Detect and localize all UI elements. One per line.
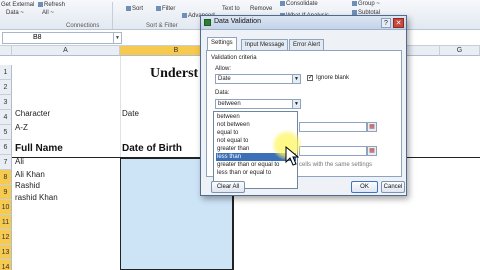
full-name-header[interactable]: Full Name bbox=[15, 143, 63, 154]
remove-duplicates-button[interactable]: Remove bbox=[250, 6, 272, 13]
data-select[interactable]: between ▼ bbox=[215, 99, 301, 109]
group-sort-filter-label: Sort & Filter bbox=[146, 23, 178, 29]
filter-button[interactable]: Filter bbox=[156, 6, 175, 13]
group-connections-label: Connections bbox=[66, 23, 100, 29]
help-icon[interactable]: ? bbox=[381, 18, 391, 28]
data-label: Data: bbox=[215, 90, 230, 96]
name-cell[interactable]: Rashid bbox=[15, 181, 40, 190]
get-external-data-label2: Data ~ bbox=[6, 10, 24, 16]
apply-changes-label: cells with the same settings bbox=[299, 162, 373, 168]
group-icon bbox=[352, 1, 357, 6]
list-item[interactable]: greater than or equal to bbox=[216, 161, 296, 169]
row-header-2[interactable]: 2 bbox=[0, 80, 12, 95]
name-cell[interactable]: Ali bbox=[15, 157, 24, 166]
row-header-7[interactable]: 7 bbox=[0, 155, 12, 170]
allow-label: Allow: bbox=[215, 66, 232, 72]
row-header-4[interactable]: 4 bbox=[0, 110, 12, 125]
date-of-birth-header[interactable]: Date of Birth bbox=[122, 143, 182, 154]
az-label[interactable]: A-Z bbox=[15, 123, 28, 132]
get-external-data-button[interactable]: Get External bbox=[1, 2, 34, 9]
minimum-input[interactable] bbox=[299, 122, 367, 132]
excel-app-icon bbox=[204, 19, 211, 26]
consolidate-icon bbox=[280, 1, 285, 6]
consolidate-button[interactable]: Consolidate bbox=[280, 1, 318, 8]
row-header-10[interactable]: 10 bbox=[0, 200, 12, 215]
name-box-dropdown-icon[interactable]: ▼ bbox=[114, 32, 122, 44]
group-button[interactable]: Group ~ bbox=[352, 1, 380, 8]
row-header-5[interactable]: 5 bbox=[0, 125, 12, 140]
list-item[interactable]: not between bbox=[216, 121, 296, 129]
row-header-3[interactable]: 3 bbox=[0, 95, 12, 110]
range-picker-icon[interactable]: ▦ bbox=[367, 122, 377, 132]
name-box[interactable]: B8 bbox=[2, 32, 114, 44]
list-item[interactable]: less than or equal to bbox=[216, 169, 296, 177]
chevron-down-icon: ▼ bbox=[292, 75, 300, 83]
mouse-pointer-icon bbox=[285, 146, 299, 166]
name-cell[interactable]: Ali Khan bbox=[15, 170, 45, 179]
dialog-titlebar[interactable]: Data Validation ? ✕ bbox=[201, 16, 406, 30]
date-label[interactable]: Date bbox=[122, 109, 139, 118]
select-all-corner[interactable] bbox=[0, 46, 12, 56]
row-header-9[interactable]: 9 bbox=[0, 185, 12, 200]
name-cell[interactable]: rashid Khan bbox=[15, 193, 58, 202]
refresh-icon bbox=[38, 2, 43, 7]
row-header-14[interactable]: 14 bbox=[0, 260, 12, 270]
tab-input-message[interactable]: Input Message bbox=[241, 39, 289, 50]
row-header-8[interactable]: 8 bbox=[0, 170, 12, 185]
allow-select[interactable]: Date ▼ bbox=[215, 74, 301, 84]
close-icon[interactable]: ✕ bbox=[393, 18, 404, 28]
maximum-input[interactable] bbox=[299, 146, 367, 156]
row-header-6[interactable]: 6 bbox=[0, 140, 12, 155]
list-item[interactable]: between bbox=[216, 113, 296, 121]
row-header-13[interactable]: 13 bbox=[0, 245, 12, 260]
range-picker-icon[interactable]: ▦ bbox=[367, 146, 377, 156]
filter-icon bbox=[156, 6, 161, 11]
advanced-filter-icon bbox=[182, 13, 187, 18]
sheet-title: Underst bbox=[150, 66, 199, 81]
sort-button[interactable]: Sort bbox=[126, 6, 143, 13]
tab-settings[interactable]: Settings bbox=[207, 37, 237, 51]
ignore-blank-checkbox[interactable]: ✓ bbox=[307, 75, 313, 81]
excel-window: Get External Data ~ Refresh All ~ Connec… bbox=[0, 0, 480, 270]
text-to-columns-button[interactable]: Text to bbox=[222, 6, 240, 13]
row-header-1[interactable]: 1 bbox=[0, 65, 12, 80]
data-validation-dialog: Data Validation ? ✕ Settings Input Messa… bbox=[200, 15, 407, 196]
chevron-down-icon: ▼ bbox=[292, 100, 300, 108]
ok-button[interactable]: OK bbox=[351, 181, 378, 193]
cancel-button[interactable]: Cancel bbox=[381, 181, 405, 193]
column-header-a[interactable]: A bbox=[12, 46, 120, 56]
character-label[interactable]: Character bbox=[15, 109, 50, 118]
tab-error-alert[interactable]: Error Alert bbox=[289, 39, 325, 50]
column-header-g[interactable]: G bbox=[440, 46, 480, 56]
validation-criteria-label: Validation criteria bbox=[211, 55, 257, 61]
row-header-11[interactable]: 11 bbox=[0, 215, 12, 230]
refresh-all-button[interactable]: Refresh bbox=[38, 2, 65, 9]
group-separator bbox=[112, 2, 113, 29]
row-header-12[interactable]: 12 bbox=[0, 230, 12, 245]
refresh-all-label2: All ~ bbox=[42, 10, 54, 16]
sort-icon bbox=[126, 6, 131, 11]
clear-all-button[interactable]: Clear All bbox=[211, 181, 245, 193]
dialog-title: Data Validation bbox=[214, 18, 261, 25]
ignore-blank-label: Ignore blank bbox=[316, 75, 350, 81]
